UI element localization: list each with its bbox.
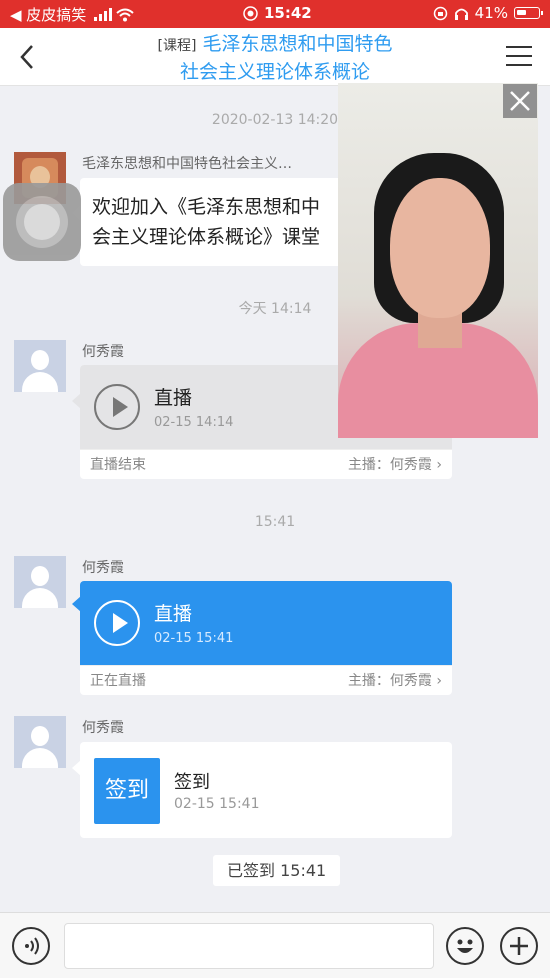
battery-icon bbox=[514, 7, 543, 19]
play-icon bbox=[94, 384, 140, 430]
live-status: 正在直播 bbox=[90, 673, 146, 689]
welcome-sender: 毛泽东思想和中国特色社会主义… bbox=[82, 156, 292, 172]
signal-icon bbox=[94, 8, 113, 21]
close-icon[interactable] bbox=[503, 84, 537, 118]
recording-icon bbox=[243, 5, 258, 21]
signin-card[interactable]: 签到 签到 02-15 15:41 bbox=[80, 742, 452, 838]
title-line-2: 社会主义理论体系概论 bbox=[179, 61, 370, 83]
signin-button[interactable]: 签到 bbox=[94, 758, 160, 824]
play-icon bbox=[94, 600, 140, 646]
emoji-icon[interactable] bbox=[446, 927, 484, 965]
floating-widget[interactable] bbox=[3, 183, 81, 261]
welcome-line-2: 会主义理论体系概论》课堂 bbox=[92, 226, 321, 248]
status-bar: ◀ 皮皮搞笑 15:42 41% bbox=[0, 0, 550, 28]
battery-percent: 41% bbox=[474, 4, 508, 22]
input-bar bbox=[0, 912, 550, 978]
orientation-lock-icon bbox=[433, 6, 447, 20]
page-title: [课程] 毛泽东思想和中国特色 社会主义理论体系概论 bbox=[120, 31, 430, 85]
voice-icon[interactable] bbox=[12, 927, 50, 965]
live-host[interactable]: 主播：何秀霞 › bbox=[348, 666, 442, 695]
live-date: 02-15 15:41 bbox=[154, 631, 234, 646]
back-icon[interactable] bbox=[14, 42, 44, 72]
sender-name: 何秀霞 bbox=[82, 560, 124, 576]
live-card-footer: 正在直播 主播：何秀霞 › bbox=[80, 665, 452, 695]
live-card-main[interactable]: 直播 02-15 15:41 bbox=[80, 581, 452, 665]
live-host[interactable]: 主播：何秀霞 › bbox=[348, 450, 442, 479]
sender-name: 何秀霞 bbox=[82, 344, 124, 360]
headphones-icon bbox=[454, 8, 468, 20]
live-card-active[interactable]: 直播 02-15 15:41 正在直播 主播：何秀霞 › bbox=[80, 581, 452, 695]
plus-icon[interactable] bbox=[500, 927, 538, 965]
avatar[interactable] bbox=[14, 340, 66, 392]
live-card-footer: 直播结束 主播：何秀霞 › bbox=[80, 449, 452, 479]
wifi-icon bbox=[116, 8, 134, 21]
message-input[interactable] bbox=[64, 923, 434, 969]
welcome-line-1: 欢迎加入《毛泽东思想和中 bbox=[92, 196, 321, 218]
video-overlay[interactable] bbox=[338, 83, 538, 438]
avatar[interactable] bbox=[14, 556, 66, 608]
menu-icon[interactable] bbox=[506, 46, 532, 66]
sender-name: 何秀霞 bbox=[82, 720, 124, 736]
live-title: 直播 bbox=[154, 603, 193, 625]
status-right: 41% bbox=[433, 4, 543, 22]
live-status: 直播结束 bbox=[90, 457, 146, 473]
timestamp: 15:41 bbox=[254, 514, 296, 530]
carrier-label: ◀ 皮皮搞笑 bbox=[10, 6, 87, 24]
avatar[interactable] bbox=[14, 716, 66, 768]
status-left: ◀ 皮皮搞笑 bbox=[10, 4, 134, 25]
status-center: 15:42 bbox=[243, 4, 312, 22]
title-line-1: 毛泽东思想和中国特色 bbox=[202, 33, 393, 55]
welcome-message[interactable]: 欢迎加入《毛泽东思想和中 会主义理论体系概论》课堂 bbox=[80, 178, 350, 266]
signin-title: 签到 bbox=[174, 772, 210, 793]
course-tag: [课程] bbox=[157, 38, 197, 54]
clock: 15:42 bbox=[264, 4, 312, 22]
nav-header: [课程] 毛泽东思想和中国特色 社会主义理论体系概论 bbox=[0, 28, 550, 86]
live-title: 直播 bbox=[154, 387, 193, 409]
signed-notice: 已签到 15:41 bbox=[213, 855, 341, 886]
signin-date: 02-15 15:41 bbox=[174, 796, 260, 812]
live-date: 02-15 14:14 bbox=[154, 415, 234, 430]
